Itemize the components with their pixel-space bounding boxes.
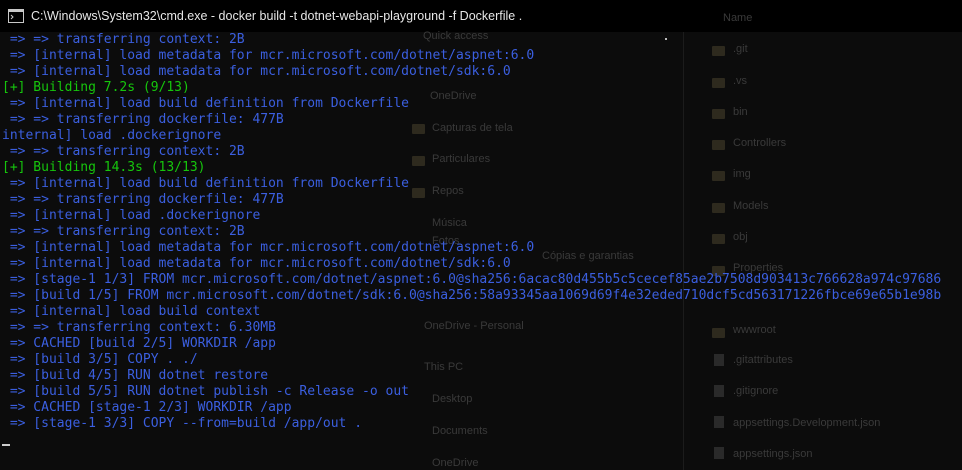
terminal-line: => CACHED [stage-1 2/3] WORKDIR /app xyxy=(2,400,292,415)
terminal-line: => => transferring dockerfile: 477B xyxy=(2,192,284,207)
terminal-line: => [internal] load metadata for mcr.micr… xyxy=(2,240,535,255)
terminal-line: => [internal] load build definition from… xyxy=(2,176,409,191)
terminal-line: => => transferring context: 2B xyxy=(2,32,245,47)
terminal-line: => [internal] load metadata for mcr.micr… xyxy=(2,64,511,79)
terminal-line: => => transferring dockerfile: 477B xyxy=(2,112,284,127)
terminal-line: internal] load .dockerignore xyxy=(2,128,222,143)
terminal-line: => [build 5/5] RUN dotnet publish -c Rel… xyxy=(2,384,409,399)
terminal-line: [+] Building 14.3s (13/13) xyxy=(2,160,206,175)
text-cursor xyxy=(2,444,10,446)
terminal-line: => [internal] load metadata for mcr.micr… xyxy=(2,256,511,271)
terminal-line: => => transferring context: 2B xyxy=(2,144,245,159)
terminal-line: => [internal] load build definition from… xyxy=(2,96,409,111)
terminal-line: [+] Building 7.2s (9/13) xyxy=(2,80,190,95)
terminal-line: => [stage-1 3/3] COPY --from=build /app/… xyxy=(2,416,363,431)
terminal-line: => [build 1/5] FROM mcr.microsoft.com/do… xyxy=(2,288,942,303)
terminal-line: => [build 3/5] COPY . ./ xyxy=(2,352,198,367)
terminal-line: => [internal] load metadata for mcr.micr… xyxy=(2,48,535,63)
mouse-speck xyxy=(665,38,667,40)
terminal-line: => [stage-1 1/3] FROM mcr.microsoft.com/… xyxy=(2,272,942,287)
title-bar[interactable]: C:\Windows\System32\cmd.exe - docker bui… xyxy=(0,0,962,32)
terminal-line: => [build 4/5] RUN dotnet restore xyxy=(2,368,269,383)
terminal-output[interactable]: => => transferring context: 2B => [inter… xyxy=(0,32,962,470)
terminal-line: => CACHED [build 2/5] WORKDIR /app xyxy=(2,336,276,351)
terminal-line: => => transferring context: 6.30MB xyxy=(2,320,276,335)
cmd-icon xyxy=(8,9,24,23)
terminal-line: => => transferring context: 2B xyxy=(2,224,245,239)
terminal-line: => [internal] load build context xyxy=(2,304,261,319)
terminal-line: => [internal] load .dockerignore xyxy=(2,208,261,223)
window-title: C:\Windows\System32\cmd.exe - docker bui… xyxy=(31,9,523,23)
